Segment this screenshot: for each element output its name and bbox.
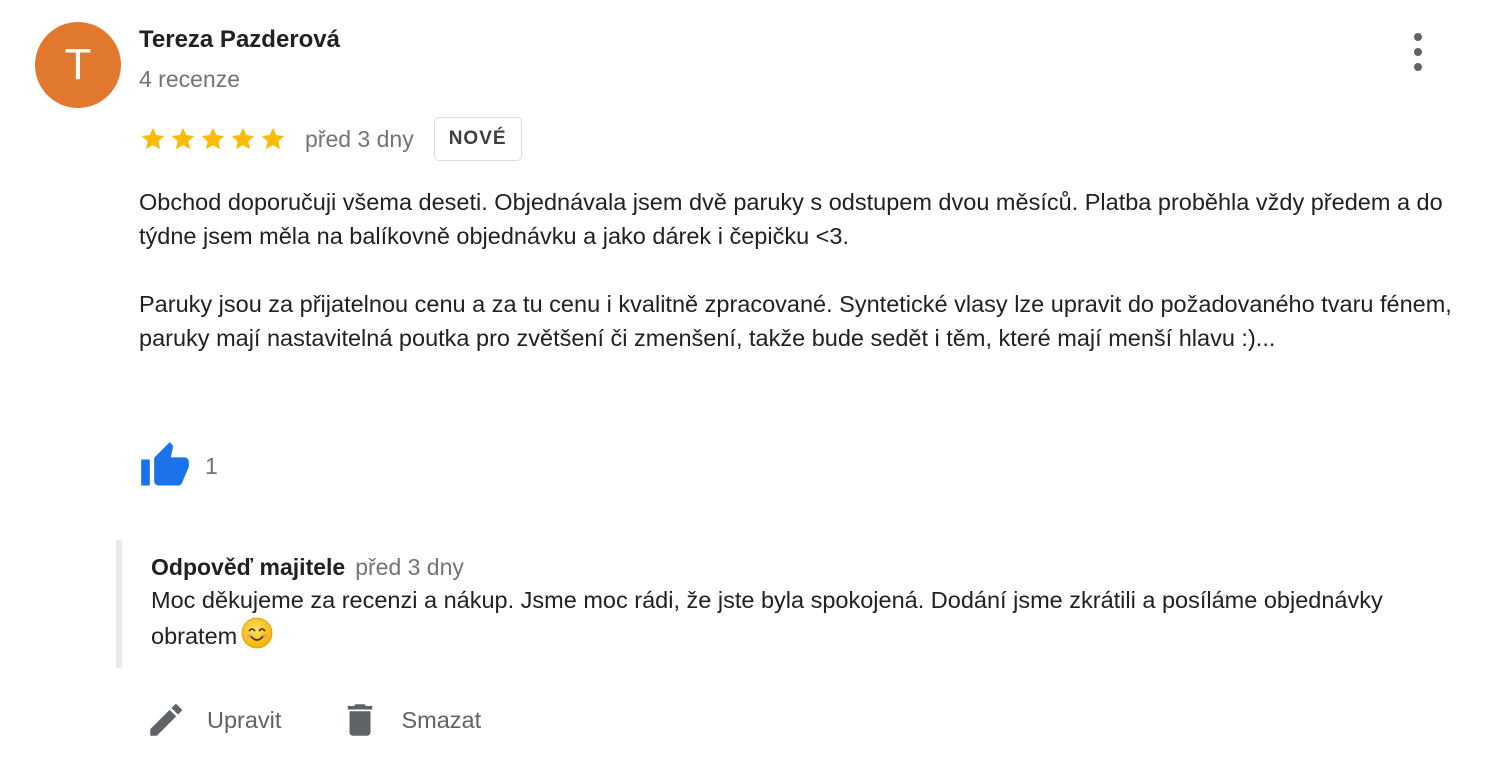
like-count: 1 xyxy=(205,452,218,479)
owner-reply-header: Odpověď majitele před 3 dny xyxy=(151,554,1436,581)
more-vertical-icon-dot xyxy=(1414,63,1422,71)
star-rating xyxy=(139,125,287,153)
avatar[interactable]: T xyxy=(35,22,121,108)
more-vertical-icon-dot xyxy=(1414,48,1422,56)
avatar-letter: T xyxy=(64,40,92,89)
star-icon xyxy=(231,127,255,150)
review-paragraph: Paruky jsou za přijatelnou cenu a za tu … xyxy=(139,291,1452,351)
owner-reply-date: před 3 dny xyxy=(355,554,464,580)
delete-label: Smazat xyxy=(401,706,482,733)
review-actions: Upravit Smazat xyxy=(145,694,481,746)
edit-label: Upravit xyxy=(207,706,282,733)
new-badge: NOVÉ xyxy=(433,117,522,161)
star-icon xyxy=(201,127,225,150)
star-icon xyxy=(171,127,195,150)
owner-reply-title: Odpověď majitele xyxy=(151,554,346,580)
pencil-icon xyxy=(145,699,187,741)
more-options-button[interactable] xyxy=(1404,30,1432,74)
owner-reply-text: Moc děkujeme za recenzi a nákup. Jsme mo… xyxy=(151,587,1383,649)
review-date: před 3 dny xyxy=(305,125,414,152)
smiling-face-emoji-icon xyxy=(241,617,273,649)
like-button[interactable]: 1 xyxy=(139,440,218,492)
review-text: Obchod doporučuji všema deseti. Objednáv… xyxy=(139,185,1499,355)
edit-reply-button[interactable]: Upravit xyxy=(145,699,281,741)
author-review-count[interactable]: 4 recenze xyxy=(139,66,240,93)
owner-reply: Odpověď majitele před 3 dny Moc děkujeme… xyxy=(116,540,1436,668)
review-paragraph: Obchod doporučuji všema deseti. Objednáv… xyxy=(139,189,1443,249)
owner-reply-body: Moc děkujeme za recenzi a nákup. Jsme mo… xyxy=(151,583,1401,653)
author-name[interactable]: Tereza Pazderová xyxy=(139,26,340,54)
rating-row: před 3 dny NOVÉ xyxy=(139,116,522,162)
thumbs-up-icon xyxy=(139,440,191,492)
star-icon xyxy=(141,127,165,150)
trash-icon xyxy=(339,697,381,743)
more-vertical-icon xyxy=(1414,33,1422,41)
delete-reply-button[interactable]: Smazat xyxy=(339,697,481,743)
star-icon xyxy=(261,127,285,150)
